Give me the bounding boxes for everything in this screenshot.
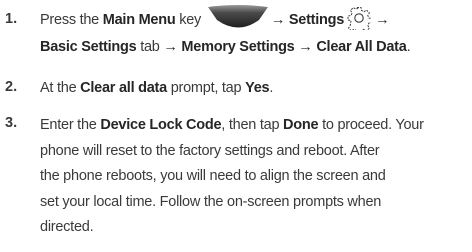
step-1-line-1: Press the Main Menu key → Settings → [40,5,472,33]
main-menu-label: Main Menu [102,12,176,28]
step-3-line-4: set your local time. Follow the on-scree… [40,193,382,210]
text-segment: . [406,38,411,55]
step-text: Press the Main Menu key → Settings → Basi… [40,5,472,60]
step-text: Enter the Device Lock Code, then tap Don… [40,113,472,241]
device-lock-code-label: Device Lock Code [100,117,222,133]
memory-settings-label: Memory Settings [181,38,295,55]
text-segment: . [269,80,274,96]
arrow-icon: → [375,12,390,28]
step-number: 3. [5,115,18,131]
text-segment: Enter the [40,117,101,133]
text-segment: , then tap [221,117,284,133]
step-3-line-2: phone will reset to the factory settings… [40,142,380,159]
step-number: 1. [5,11,18,27]
text-segment: key [175,12,205,28]
gear-icon [347,7,372,31]
text-segment: At the [40,80,81,96]
yes-label: Yes [245,80,270,96]
main-menu-key-icon [207,5,268,28]
step-1-line-2: Basic Settings tab → Memory Settings → C… [40,36,472,60]
step-number: 2. [5,79,18,95]
basic-settings-label: Basic Settings [40,38,137,55]
step-3-line-3: the phone reboots, you will need to alig… [40,168,386,184]
settings-label: Settings [288,12,345,28]
arrow-icon: → [163,38,178,55]
text-segment: Press the [40,12,103,28]
arrow-icon: → [298,38,313,55]
step-2-line-1: At the Clear all data prompt, tap Yes. [40,77,472,101]
step-3-line-5: directed. [40,219,94,235]
step-text: At the Clear all data prompt, tap Yes. [40,77,472,101]
done-label: Done [283,117,319,133]
arrow-icon: → [270,12,286,28]
text-segment: prompt, tap [166,80,246,96]
text-segment: tab [136,38,164,55]
clear-all-data-label: Clear All Data [316,38,407,55]
clear-all-data-prompt-label: Clear all data [80,80,167,96]
text-segment: to proceed. Your [318,117,424,133]
step-3-line-1: Enter the Device Lock Code, then tap Don… [40,113,472,139]
